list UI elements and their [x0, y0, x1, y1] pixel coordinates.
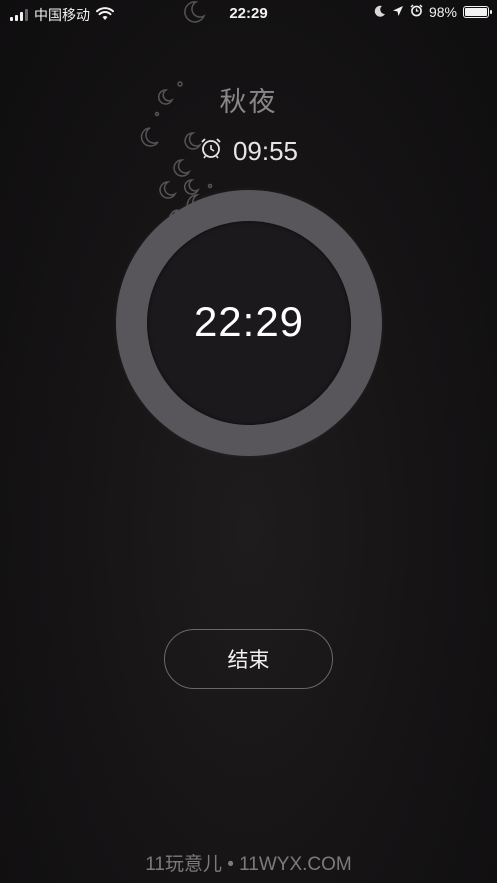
alarm-time-row: 09:55	[0, 136, 497, 167]
alarm-title: 秋夜	[219, 87, 278, 117]
end-alarm-button[interactable]: 结束	[164, 629, 333, 689]
status-bar: 中国移动 22:29 98%	[0, 0, 497, 26]
status-right: 98%	[374, 4, 492, 20]
location-icon	[392, 4, 404, 20]
battery-icon	[463, 6, 492, 18]
alarm-clock-icon	[199, 136, 223, 167]
battery-fill	[465, 8, 487, 16]
alarm-icon	[410, 4, 423, 20]
alarm-time: 09:55	[232, 136, 299, 166]
current-time: 22:29	[193, 298, 305, 345]
battery-percent: 98%	[428, 4, 457, 20]
watermark: 11玩意儿 • 11WYX.COM	[145, 854, 352, 875]
moon-icon	[374, 4, 386, 20]
clock-ring: 22:29	[116, 190, 382, 456]
